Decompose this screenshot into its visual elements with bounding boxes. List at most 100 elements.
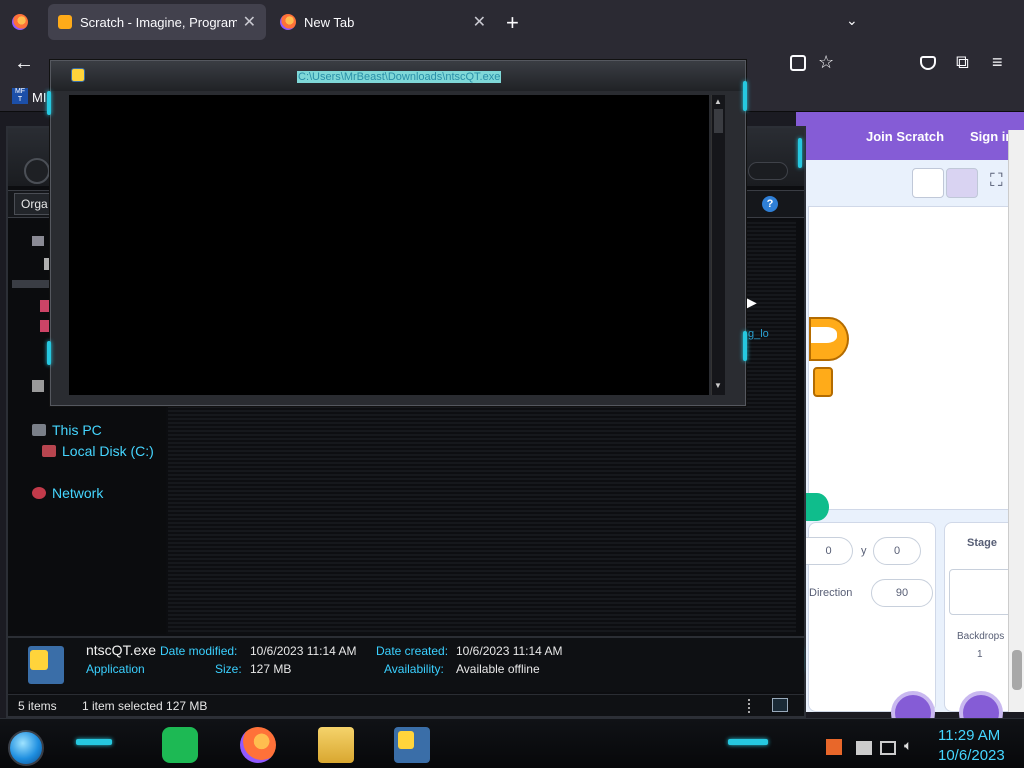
tray-app-icon[interactable] (826, 739, 842, 755)
bookmark-favicon-icon: MF T (12, 88, 28, 104)
favorites-icon[interactable] (32, 236, 44, 246)
scratch-menu-bar: Join Scratch Sign in (796, 112, 1024, 160)
size-value: 127 MB (250, 662, 292, 676)
close-tab-icon[interactable]: ✕ (243, 12, 256, 32)
nav-label: This PC (52, 422, 102, 438)
python-logo-icon (398, 731, 414, 749)
decor-light (743, 331, 747, 361)
tab-label: New Tab (304, 14, 355, 30)
network-tray-icon[interactable] (880, 741, 896, 755)
expand-arrow-icon[interactable]: ▶ (746, 294, 757, 311)
console-title-bar[interactable]: C:\Users\MrBeast\Downloads\ntscQT.exe (51, 61, 745, 91)
nav-network[interactable]: Network (32, 485, 103, 501)
computer-icon (32, 424, 46, 436)
bookmark-star-icon[interactable]: ☆ (818, 52, 834, 73)
ntscqt-file-icon (28, 646, 64, 684)
availability-label: Availability: (384, 662, 444, 676)
browser-tab-bar: Scratch - Imagine, Program, Sh ✕ New Tab… (0, 0, 1024, 44)
stage-size-toolbar: ⛶ (796, 160, 1024, 206)
y-label: y (861, 545, 867, 557)
nav-label: Local Disk (C:) (62, 443, 154, 459)
console-output[interactable] (69, 95, 709, 395)
large-icons-view-icon[interactable] (772, 698, 788, 712)
pocket-icon[interactable] (920, 56, 936, 70)
date-modified-label: Date modified: (160, 644, 238, 658)
date-created-value: 10/6/2023 11:14 AM (456, 644, 563, 658)
clock-date[interactable]: 10/6/2023 (938, 747, 1005, 764)
explorer-nav-orb-icon[interactable] (24, 158, 50, 184)
notes-app-icon[interactable] (162, 727, 198, 763)
scratch-favicon-icon (58, 15, 72, 29)
python-logo-icon (30, 650, 48, 670)
action-center-flag-icon[interactable] (856, 741, 872, 755)
availability-value: Available offline (456, 662, 540, 676)
nav-local-disk[interactable]: Local Disk (C:) (42, 443, 154, 459)
console-scrollbar[interactable]: ▲ ▼ (711, 95, 725, 395)
decor-light (47, 341, 51, 365)
search-box[interactable] (748, 162, 788, 180)
scrollbar-thumb[interactable] (1012, 650, 1022, 690)
small-stage-button[interactable] (912, 168, 944, 198)
organize-button[interactable]: Orga (14, 193, 55, 215)
close-tab-icon[interactable]: ✕ (473, 12, 486, 32)
y-position-input[interactable]: 0 (873, 537, 921, 565)
sign-in-link[interactable]: Sign in (970, 129, 1013, 144)
decor-light (76, 739, 112, 745)
decor-light (728, 739, 768, 745)
green-flag-button[interactable] (805, 493, 829, 521)
drive-icon (42, 445, 56, 457)
join-scratch-link[interactable]: Join Scratch (866, 129, 944, 144)
file-explorer-icon[interactable] (318, 727, 354, 763)
firefox-icon[interactable] (240, 727, 276, 763)
homegroup-icon[interactable] (32, 380, 44, 392)
decor-light (743, 81, 747, 111)
volume-icon[interactable]: 🔈︎ (904, 737, 912, 754)
scrollbar-thumb[interactable] (714, 109, 723, 133)
details-pane: ntscQT.exe Application Date modified: 10… (8, 636, 804, 692)
decor-light (798, 138, 802, 168)
direction-input[interactable]: 90 (871, 579, 933, 607)
help-icon[interactable]: ? (762, 196, 778, 212)
scroll-up-icon[interactable]: ▲ (714, 97, 722, 106)
size-label: Size: (215, 662, 242, 676)
nav-this-pc[interactable]: This PC (32, 422, 102, 438)
hamburger-menu-icon[interactable]: ≡ (992, 52, 1003, 73)
page-scrollbar[interactable] (1008, 130, 1024, 712)
scroll-down-icon[interactable]: ▼ (714, 381, 722, 390)
python-console-icon (71, 68, 85, 82)
clock-time[interactable]: 11:29 AM (938, 727, 1000, 744)
details-view-icon[interactable] (748, 699, 752, 713)
console-window: C:\Users\MrBeast\Downloads\ntscQT.exe ▲ … (47, 60, 747, 406)
start-orb-button[interactable] (8, 730, 44, 766)
reader-view-icon[interactable] (790, 55, 806, 71)
x-position-input[interactable]: 0 (805, 537, 853, 565)
decor-light (47, 91, 51, 115)
file-name-fragment[interactable]: g_lo (748, 328, 769, 340)
list-tabs-chevron-icon[interactable]: ⌄ (846, 12, 858, 29)
stage-label: Stage (967, 537, 997, 549)
large-stage-button[interactable] (946, 168, 978, 198)
extensions-puzzle-icon[interactable]: ⧉ (956, 52, 969, 73)
cat-body (813, 367, 833, 397)
direction-label: Direction (809, 587, 853, 599)
item-count: 5 items (18, 699, 57, 713)
backdrops-label: Backdrops (957, 631, 1005, 642)
stage-canvas[interactable] (805, 206, 1024, 521)
ntscqt-icon[interactable] (394, 727, 430, 763)
tab-new-tab[interactable]: New Tab ✕ (270, 4, 496, 40)
file-type: Application (86, 662, 145, 676)
sprite-info-panel: 0 y 0 Direction 90 (805, 522, 936, 735)
date-modified-value: 10/6/2023 11:14 AM (250, 644, 357, 658)
bookmark-item[interactable]: MI (32, 90, 46, 105)
tab-label: Scratch - Imagine, Program, Sh (80, 14, 237, 30)
back-arrow-icon[interactable]: ← (14, 52, 34, 75)
scratch-page: Join Scratch Sign in ⛶ 0 y 0 Direction 9… (796, 112, 1024, 735)
firefox-menu-icon[interactable] (12, 14, 28, 30)
nav-label: Network (52, 485, 104, 501)
fullscreen-icon[interactable]: ⛶ (990, 170, 1003, 191)
tab-scratch[interactable]: Scratch - Imagine, Program, Sh ✕ (48, 4, 266, 40)
new-tab-button[interactable]: + (506, 10, 519, 36)
network-icon (32, 487, 46, 499)
firefox-favicon-icon (280, 14, 296, 30)
cat-face (811, 327, 837, 343)
